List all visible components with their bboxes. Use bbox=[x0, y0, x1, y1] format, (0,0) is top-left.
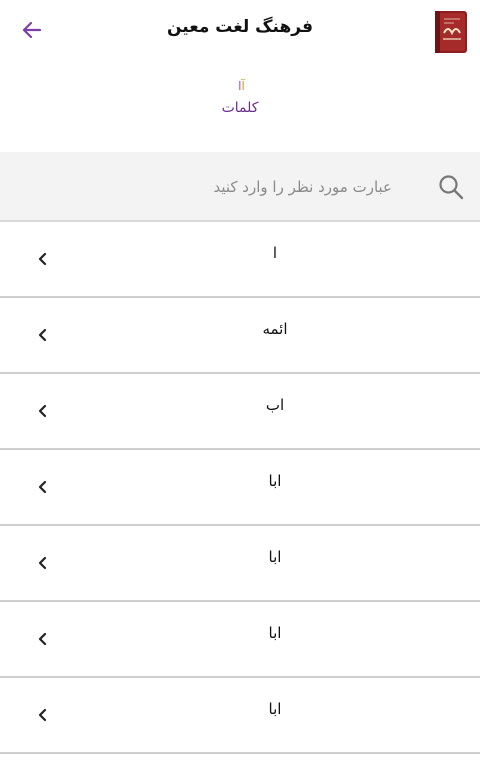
app-header: فرهنگ لغت معین bbox=[0, 0, 480, 62]
page-title: فرهنگ لغت معین bbox=[166, 17, 313, 37]
list-item[interactable]: ا bbox=[0, 222, 480, 298]
list-item[interactable]: اب bbox=[0, 374, 480, 450]
list-item-label: اب bbox=[265, 396, 285, 414]
list-item-label: ا bbox=[272, 244, 278, 262]
list-item[interactable]: ائمه bbox=[0, 298, 480, 374]
list-item[interactable]: ابا bbox=[0, 450, 480, 526]
list-item[interactable]: ابا bbox=[0, 678, 480, 754]
breadcrumb-section-words[interactable]: کلمات bbox=[0, 100, 480, 116]
list-item[interactable]: ابا bbox=[0, 526, 480, 602]
list-item-label: ابا bbox=[268, 624, 282, 642]
breadcrumb-letters: آا bbox=[0, 78, 480, 94]
moein-book-logo-icon bbox=[435, 11, 467, 53]
list-item-label: ابا bbox=[268, 472, 282, 490]
search-icon[interactable] bbox=[436, 172, 466, 202]
breadcrumb: آا کلمات bbox=[0, 78, 480, 116]
list-item-label: ابا bbox=[268, 700, 282, 718]
search-input[interactable] bbox=[20, 170, 410, 204]
list-item-label: ائمه bbox=[262, 320, 288, 338]
list-item[interactable]: ابا bbox=[0, 602, 480, 678]
word-list: ا ائمه اب ابا ابا ابا ابا bbox=[0, 222, 480, 754]
breadcrumb-letter-alef-madda[interactable]: آ bbox=[242, 79, 245, 93]
search-bar bbox=[0, 152, 480, 222]
list-item-label: ابا bbox=[268, 548, 282, 566]
